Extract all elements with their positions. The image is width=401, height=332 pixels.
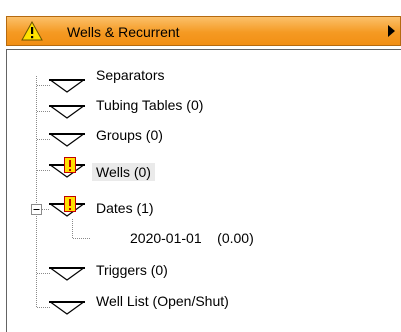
- triangle-down-icon: [49, 267, 85, 281]
- chevron-right-icon[interactable]: [386, 24, 398, 38]
- warning-flag-icon: [64, 157, 76, 173]
- warning-icon: [21, 21, 43, 41]
- triangle-down-icon: [49, 133, 85, 147]
- panel-header[interactable]: Wells & Recurrent: [6, 16, 401, 46]
- tree-item-well-list[interactable]: Well List (Open/Shut): [96, 292, 229, 310]
- tree-item-wells[interactable]: Wells (0): [92, 163, 155, 181]
- tree-item-dates[interactable]: Dates (1): [96, 199, 154, 217]
- triangle-down-icon: [49, 105, 85, 119]
- collapse-toggle[interactable]: [31, 204, 42, 215]
- warning-flag-icon: [64, 196, 76, 212]
- triangle-down-icon: [49, 79, 85, 93]
- tree-item-triggers[interactable]: Triggers (0): [96, 261, 168, 279]
- header-title: Wells & Recurrent: [67, 24, 180, 40]
- tree-item-groups[interactable]: Groups (0): [96, 126, 163, 144]
- tree-item-separators[interactable]: Separators: [96, 66, 164, 84]
- tree-item-tubing-tables[interactable]: Tubing Tables (0): [96, 96, 203, 114]
- tree-item-date-entry[interactable]: 2020-01-01 (0.00): [130, 229, 254, 247]
- triangle-down-icon: [49, 301, 85, 315]
